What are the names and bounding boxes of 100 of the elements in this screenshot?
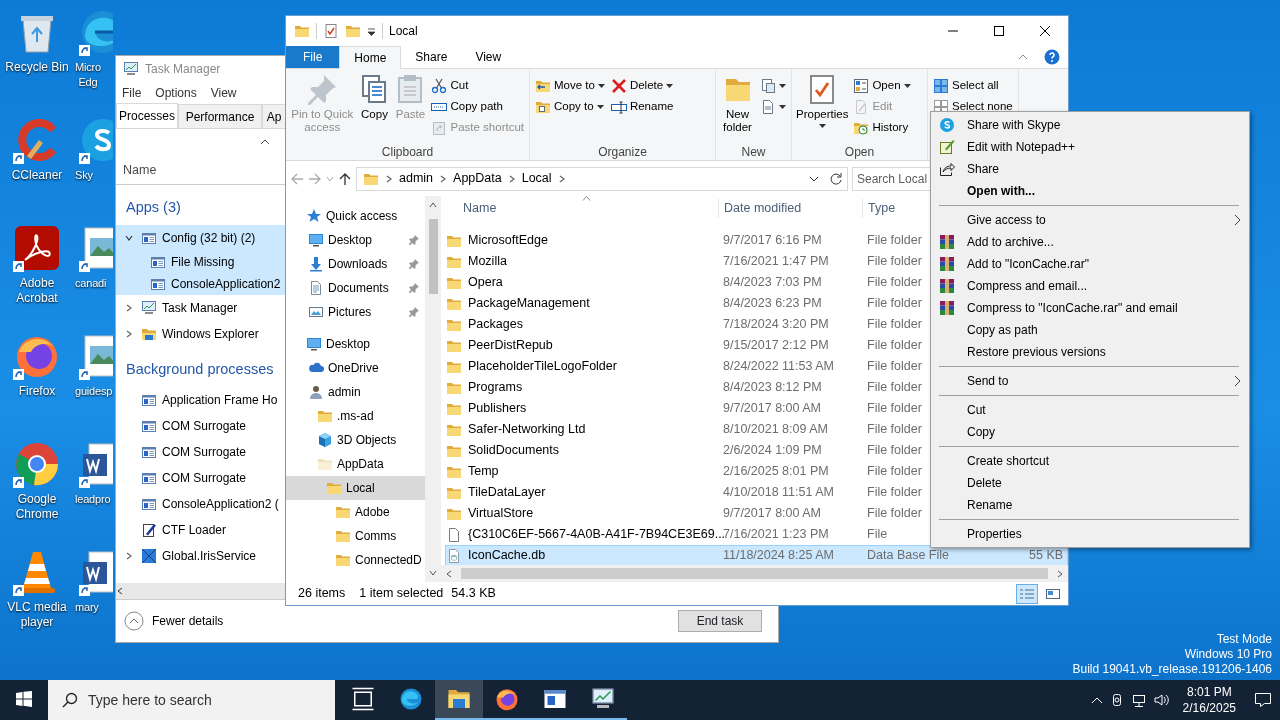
icon-label[interactable]: Sky <box>75 168 93 183</box>
dropdown-caret-icon[interactable] <box>367 26 376 36</box>
clock[interactable]: 8:01 PM 2/16/2025 <box>1182 684 1236 716</box>
process-group[interactable]: Config (32 bit) (2) File Missing ConsoleApplication2 <box>116 224 286 295</box>
search-field[interactable]: Type here to search <box>48 680 335 720</box>
menu-item[interactable]: Send to <box>933 370 1247 392</box>
notification-icon[interactable] <box>1254 692 1272 708</box>
icon-label[interactable]: Google <box>15 492 59 507</box>
ribbon-button[interactable]: Open <box>850 75 914 96</box>
column-header[interactable]: Date modified <box>718 199 862 218</box>
menu-item[interactable]: Add to archive... <box>933 231 1247 253</box>
menu-item[interactable]: Properties <box>933 523 1247 545</box>
pin-icon[interactable] <box>409 307 419 317</box>
nav-item[interactable]: Adobe <box>286 500 425 524</box>
ribbon-tab[interactable]: Home <box>339 46 402 69</box>
horizontal-scrollbar[interactable] <box>441 565 1068 582</box>
breadcrumb-item[interactable]: admin <box>399 169 434 188</box>
icon-label[interactable]: mary <box>75 600 99 615</box>
file-menu-tab[interactable]: File <box>286 46 340 68</box>
nav-item[interactable]: Desktop <box>286 332 425 356</box>
menu-item[interactable]: Compress to "IconCache.rar" and email <box>933 297 1247 319</box>
ribbon-button[interactable]: History <box>850 117 914 138</box>
menu-item[interactable]: Share with Skype <box>933 114 1247 136</box>
pin-icon[interactable] <box>409 235 419 245</box>
column-header[interactable]: Name <box>123 161 286 180</box>
nav-item[interactable]: AppData <box>286 452 425 476</box>
menu-item[interactable]: View <box>210 83 237 102</box>
tab[interactable]: Performance <box>178 104 262 128</box>
breadcrumb-item[interactable]: Local <box>521 169 552 188</box>
tab[interactable]: Processes <box>116 103 178 128</box>
ribbon-button[interactable]: Move to <box>532 75 608 96</box>
nav-item[interactable]: Pictures <box>286 300 425 324</box>
icon-label[interactable]: Edg <box>75 75 101 90</box>
menu-item[interactable]: Give access to <box>933 209 1247 231</box>
menu-item[interactable]: File <box>122 83 142 102</box>
scroll-left-icon[interactable] <box>445 569 453 578</box>
horizontal-scrollbar[interactable] <box>116 583 286 599</box>
scroll-thumb[interactable] <box>461 568 1048 579</box>
nav-item[interactable]: Comms <box>286 524 425 548</box>
menu-item[interactable]: Copy <box>933 421 1247 443</box>
ribbon-button[interactable]: Copy to <box>532 96 608 117</box>
scroll-thumb[interactable] <box>428 219 438 294</box>
collapse-ribbon-icon[interactable] <box>1018 54 1028 60</box>
address-bar[interactable]: admin AppData Local <box>356 166 848 191</box>
taskbar-app[interactable] <box>435 680 483 720</box>
file-row[interactable]: IconCache.db 11/18/2024 8:25 AM Data Base File 55 KB <box>445 545 1068 565</box>
menu-item[interactable]: Rename <box>933 494 1247 516</box>
nav-item[interactable]: .ms-ad <box>286 404 425 428</box>
menu-item[interactable]: Options <box>155 83 197 102</box>
ribbon-tab[interactable]: View <box>461 46 516 68</box>
scroll-up-icon[interactable] <box>429 201 437 209</box>
menu-item[interactable]: Share <box>933 158 1247 180</box>
nav-item[interactable]: admin <box>286 380 425 404</box>
nav-item[interactable]: Quick access <box>286 204 425 228</box>
pin-icon[interactable] <box>409 259 419 269</box>
edge-swirl-icon[interactable] <box>79 8 113 56</box>
icon-label[interactable]: canadi <box>75 276 107 291</box>
ribbon-button[interactable]: Delete <box>607 75 677 96</box>
menu-item[interactable]: Open with... <box>933 180 1247 202</box>
nav-item[interactable]: OneDrive <box>286 356 425 380</box>
chevron-up-icon[interactable] <box>1090 696 1103 704</box>
menu-item[interactable]: Create shortcut <box>933 450 1247 472</box>
icon-label[interactable]: Micro <box>75 60 101 75</box>
network-icon[interactable] <box>1130 692 1147 708</box>
collapse-circle-icon[interactable] <box>124 611 144 631</box>
sort-caret-icon[interactable] <box>260 139 270 145</box>
help-icon[interactable] <box>1044 49 1060 65</box>
menu-item[interactable]: Compress and email... <box>933 275 1247 297</box>
tab[interactable]: Ap <box>262 104 286 128</box>
breadcrumb-item[interactable]: AppData <box>453 169 502 188</box>
icon-label[interactable]: VLC media <box>7 600 67 615</box>
nav-item[interactable]: Desktop <box>286 228 425 252</box>
menu-item[interactable]: Edit with Notepad++ <box>933 136 1247 158</box>
ribbon-button[interactable]: Cut <box>428 75 527 96</box>
icon-label[interactable]: player <box>7 615 67 630</box>
ribbon-button[interactable]: Properties <box>794 71 851 130</box>
properties-check-icon[interactable] <box>323 23 339 39</box>
nav-item[interactable]: ConnectedD <box>286 548 425 572</box>
nav-item[interactable]: Downloads <box>286 252 425 276</box>
icon-label[interactable]: Adobe <box>16 276 58 291</box>
menu-item[interactable]: Add to "IconCache.rar" <box>933 253 1247 275</box>
vertical-scrollbar[interactable] <box>425 196 441 582</box>
icon-label[interactable]: Recycle Bin <box>5 60 69 75</box>
scroll-down-icon[interactable] <box>429 569 437 577</box>
ribbon-button[interactable]: Rename <box>607 96 677 117</box>
column-header[interactable]: Name <box>463 199 718 218</box>
ribbon-button[interactable]: Copy <box>356 71 393 123</box>
speaker-icon[interactable] <box>1152 692 1169 708</box>
icon-label[interactable]: CCleaner <box>11 168 63 183</box>
ribbon-button[interactable]: Copy path <box>428 96 527 117</box>
nav-item[interactable]: Documents <box>286 276 425 300</box>
ribbon-tab[interactable]: Share <box>401 46 462 68</box>
end-task-button[interactable]: End task <box>678 610 762 632</box>
ribbon-button[interactable]: New folder <box>718 71 757 136</box>
fewer-details-link[interactable]: Fewer details <box>152 612 224 630</box>
pdf-app-icon[interactable] <box>13 224 61 272</box>
icon-label[interactable]: leadpro <box>75 492 111 507</box>
nav-item[interactable]: 3D Objects <box>286 428 425 452</box>
refresh-icon[interactable] <box>829 171 843 186</box>
pin-icon[interactable] <box>409 283 419 293</box>
